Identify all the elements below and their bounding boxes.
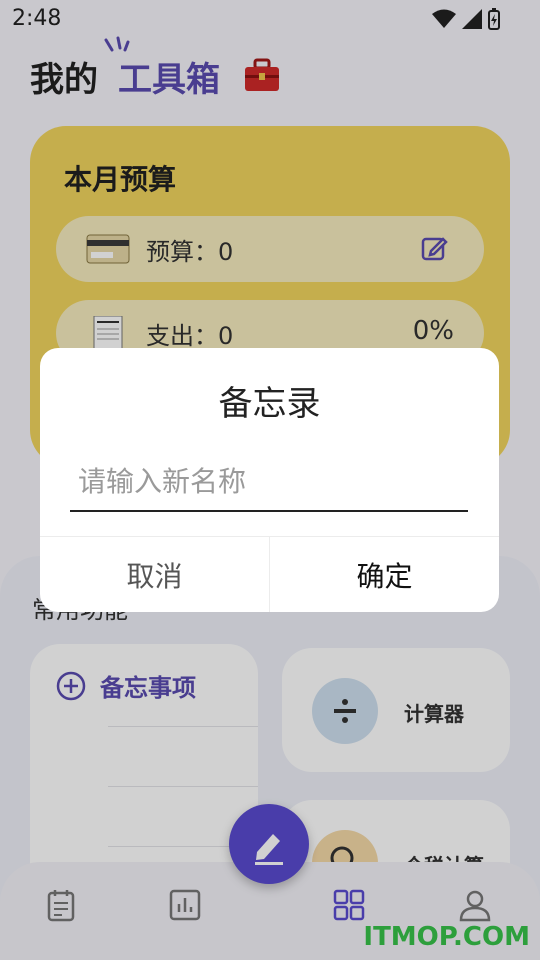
rename-dialog: 备忘录 取消 确定 bbox=[40, 348, 499, 612]
confirm-button[interactable]: 确定 bbox=[270, 537, 499, 612]
app-screen: 2:48 我的 工具箱 本月预算 预算：0 支出：0 0% 备忘事项 计算器 I… bbox=[0, 0, 540, 960]
name-input[interactable] bbox=[70, 452, 468, 512]
cancel-button[interactable]: 取消 bbox=[40, 537, 269, 612]
dialog-title: 备忘录 bbox=[218, 384, 321, 424]
